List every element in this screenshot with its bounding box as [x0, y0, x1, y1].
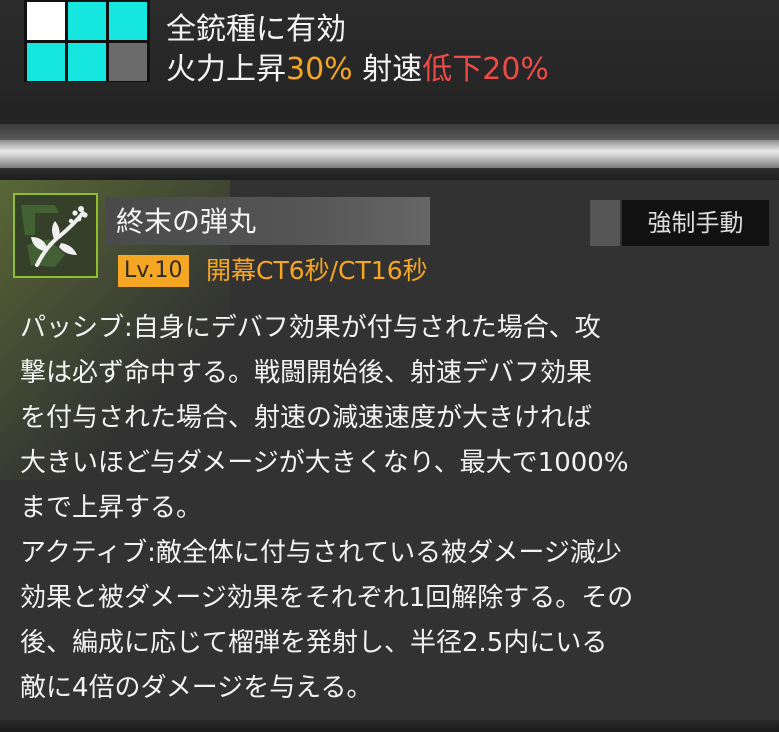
grid-cell [109, 2, 147, 40]
metal-divider [0, 140, 779, 168]
effect-buff-value: 30% [286, 52, 353, 87]
grid-cell [68, 2, 106, 40]
divider-shadow [0, 124, 779, 140]
skill-card: 終末の弾丸 Lv.10 開幕CT6秒/CT16秒 強制手動 パッシブ:自身にデバ… [0, 180, 779, 732]
grid-cell [68, 43, 106, 81]
skill-description: パッシブ:自身にデバフ効果が付与された場合、攻 撃は必ず命中する。戦闘開始後、射… [20, 313, 634, 703]
grid-cell [109, 43, 147, 81]
grid-cell [27, 43, 65, 81]
effect-debuff-value: 低下20% [422, 52, 549, 87]
skill-name: 終末の弾丸 [116, 205, 257, 238]
effect-buff-label: 火力上昇 [166, 52, 286, 87]
grid-cell [27, 2, 65, 40]
forced-activation-toggle-tab[interactable] [590, 200, 620, 246]
effect-debuff-label: 射速 [362, 52, 423, 87]
range-grid [24, 0, 150, 82]
card-bottom-edge [0, 720, 779, 732]
effect-line-1: 全銃種に有効 [166, 12, 346, 47]
rifle-bullet-icon [13, 193, 98, 278]
forced-activation-button[interactable]: 強制手動 [622, 200, 769, 246]
skill-cooldown: 開幕CT6秒/CT16秒 [206, 256, 428, 285]
effect-panel: 全銃種に有効 火力上昇30% 射速低下20% [0, 0, 779, 124]
divider-underside [0, 168, 779, 180]
effect-text: 全銃種に有効 火力上昇30% 射速低下20% [166, 10, 549, 90]
effect-line-2: 火力上昇30% 射速低下20% [166, 50, 549, 90]
skill-level-badge: Lv.10 [118, 255, 189, 287]
